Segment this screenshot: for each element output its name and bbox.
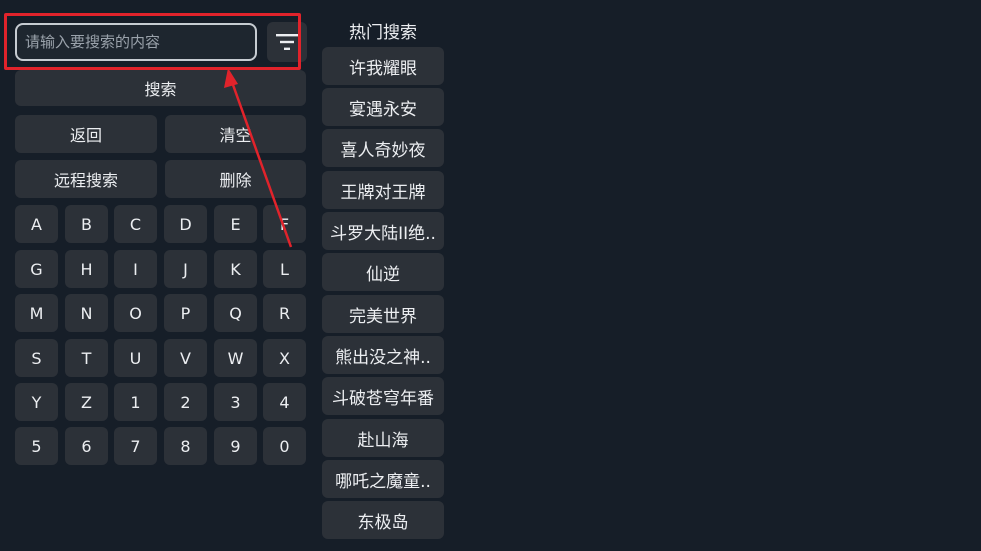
key[interactable]: U <box>114 339 157 377</box>
key[interactable]: Q <box>214 294 257 332</box>
key[interactable]: 0 <box>263 427 306 465</box>
hot-search-item[interactable]: 王牌对王牌 <box>322 171 444 209</box>
key[interactable]: Z <box>65 383 108 421</box>
key[interactable]: 8 <box>164 427 207 465</box>
key[interactable]: B <box>65 205 108 243</box>
hot-search-item[interactable]: 哪吒之魔童.. <box>322 460 444 498</box>
hot-search-item[interactable]: 许我耀眼 <box>322 47 444 85</box>
key[interactable]: F <box>263 205 306 243</box>
hot-search-item[interactable]: 赴山海 <box>322 419 444 457</box>
hot-search-item[interactable]: 东极岛 <box>322 501 444 539</box>
key[interactable]: 5 <box>15 427 58 465</box>
key[interactable]: K <box>214 250 257 288</box>
hot-search-item[interactable]: 熊出没之神.. <box>322 336 444 374</box>
key[interactable]: V <box>164 339 207 377</box>
hot-search-item[interactable]: 完美世界 <box>322 295 444 333</box>
key[interactable]: M <box>15 294 58 332</box>
key[interactable]: I <box>114 250 157 288</box>
hot-search-item[interactable]: 喜人奇妙夜 <box>322 129 444 167</box>
key[interactable]: H <box>65 250 108 288</box>
delete-button[interactable]: 删除 <box>165 160 306 198</box>
key[interactable]: E <box>214 205 257 243</box>
key[interactable]: T <box>65 339 108 377</box>
key[interactable]: P <box>164 294 207 332</box>
key[interactable]: D <box>164 205 207 243</box>
key[interactable]: 6 <box>65 427 108 465</box>
key[interactable]: R <box>263 294 306 332</box>
key[interactable]: A <box>15 205 58 243</box>
hot-search-item[interactable]: 斗破苍穹年番 <box>322 377 444 415</box>
key[interactable]: L <box>263 250 306 288</box>
key[interactable]: 4 <box>263 383 306 421</box>
key[interactable]: W <box>214 339 257 377</box>
hot-search-item[interactable]: 斗罗大陆II绝.. <box>322 212 444 250</box>
key[interactable]: 3 <box>214 383 257 421</box>
search-button[interactable]: 搜索 <box>15 70 306 106</box>
key[interactable]: 7 <box>114 427 157 465</box>
key[interactable]: S <box>15 339 58 377</box>
key[interactable]: X <box>263 339 306 377</box>
key[interactable]: G <box>15 250 58 288</box>
hot-search-title: 热门搜索 <box>349 23 417 43</box>
clear-button[interactable]: 清空 <box>165 115 306 153</box>
key[interactable]: O <box>114 294 157 332</box>
remote-search-button[interactable]: 远程搜索 <box>15 160 157 198</box>
key[interactable]: N <box>65 294 108 332</box>
key[interactable]: Y <box>15 383 58 421</box>
back-button[interactable]: 返回 <box>15 115 157 153</box>
key[interactable]: 2 <box>164 383 207 421</box>
hot-search-item[interactable]: 宴遇永安 <box>322 88 444 126</box>
key[interactable]: C <box>114 205 157 243</box>
hot-search-item[interactable]: 仙逆 <box>322 253 444 291</box>
key[interactable]: J <box>164 250 207 288</box>
key[interactable]: 9 <box>214 427 257 465</box>
highlight-box <box>4 13 301 70</box>
key[interactable]: 1 <box>114 383 157 421</box>
